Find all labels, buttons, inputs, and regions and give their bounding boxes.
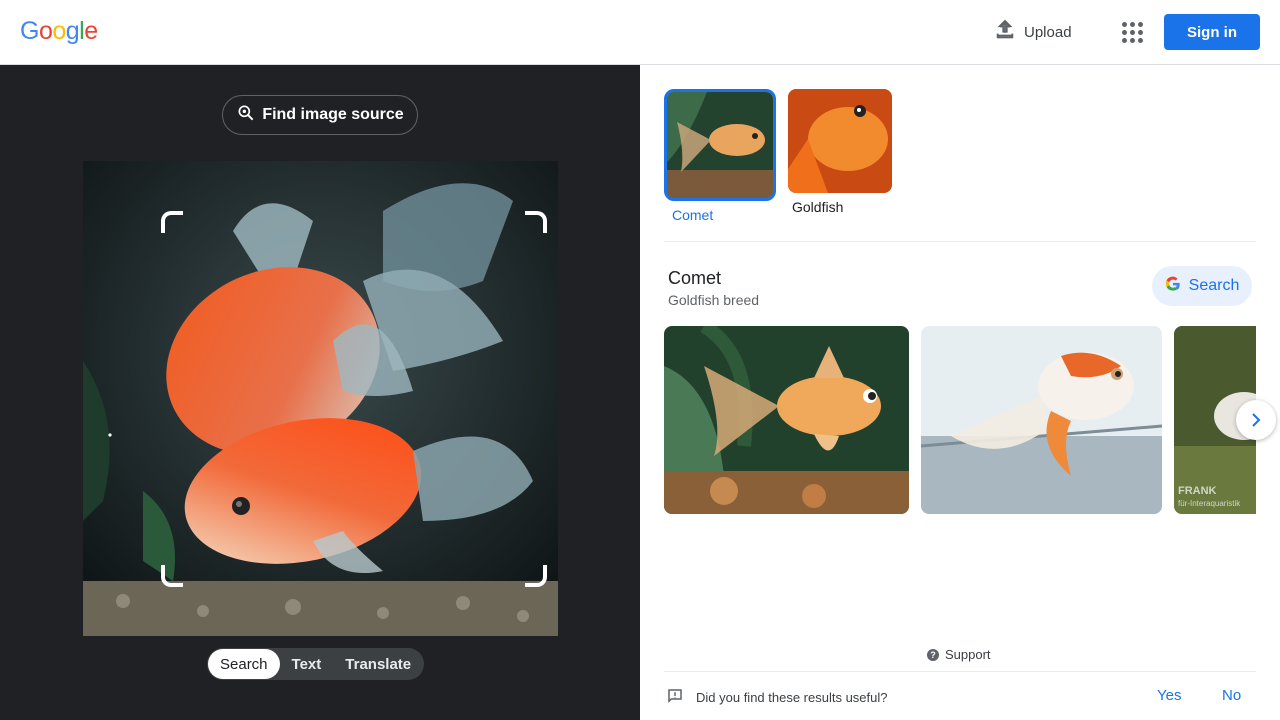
top-bar: Google Upload Sign in	[0, 0, 1280, 65]
feedback-divider	[664, 671, 1256, 672]
suggestion-goldfish[interactable]: Goldfish	[788, 89, 900, 215]
sign-in-button[interactable]: Sign in	[1164, 14, 1260, 50]
logo-letter-e: e	[84, 17, 98, 45]
feedback-icon	[666, 687, 684, 708]
feedback-yes-button[interactable]: Yes	[1157, 687, 1181, 704]
entity-search-label: Search	[1188, 277, 1240, 294]
google-g-icon	[1165, 276, 1181, 297]
google-logo[interactable]: Google	[20, 17, 98, 46]
logo-letter-g: G	[20, 17, 39, 45]
upload-label: Upload	[1024, 23, 1072, 41]
apps-grid-icon[interactable]	[1116, 16, 1148, 48]
find-image-source-button[interactable]: Find image source	[222, 95, 418, 135]
crop-handle-top-right[interactable]	[525, 211, 547, 233]
feedback-no-button[interactable]: No	[1222, 687, 1241, 704]
upload-icon	[994, 19, 1016, 45]
tab-text[interactable]: Text	[280, 649, 334, 679]
logo-letter-o2: o	[52, 17, 66, 45]
mode-tab-bar: Search Text Translate	[207, 648, 425, 680]
logo-letter-o1: o	[38, 17, 53, 45]
image-result-2[interactable]	[921, 326, 1162, 514]
support-link[interactable]: ? Support	[927, 647, 991, 662]
section-divider	[664, 241, 1256, 242]
entity-title: Comet	[668, 268, 722, 288]
query-image-pane: Find image source Search Text Translate	[0, 65, 640, 720]
watermark-subtext: für-Interaquaristik	[1178, 499, 1241, 508]
results-pane: Comet Goldfish Comet Goldfish breed Sear…	[640, 65, 1280, 720]
crop-handle-bottom-right[interactable]	[525, 565, 547, 587]
support-label: Support	[945, 647, 991, 662]
chevron-right-icon	[1249, 407, 1263, 433]
crop-selection-box[interactable]	[161, 211, 547, 587]
query-image[interactable]	[83, 161, 558, 636]
suggestion-label: Goldfish	[792, 199, 844, 215]
watermark-text: FRANK	[1178, 485, 1217, 497]
feedback-prompt: Did you find these results useful?	[666, 687, 888, 708]
crop-handle-bottom-left[interactable]	[161, 565, 183, 587]
image-results-carousel: FRANK für-Interaquaristik	[664, 326, 1256, 514]
help-icon: ?	[927, 648, 939, 661]
upload-button[interactable]: Upload	[990, 16, 1076, 48]
find-image-source-label: Find image source	[262, 106, 404, 123]
entity-search-button[interactable]: Search	[1152, 266, 1252, 306]
suggestion-comet[interactable]: Comet	[664, 89, 776, 223]
tab-translate[interactable]: Translate	[333, 649, 423, 679]
logo-letter-g2: g	[65, 17, 80, 45]
image-result-1[interactable]	[664, 326, 909, 514]
tab-search[interactable]: Search	[208, 649, 280, 679]
suggestion-label: Comet	[672, 207, 714, 223]
lens-search-icon	[236, 103, 256, 128]
suggestion-thumbnail	[664, 89, 776, 201]
carousel-next-button[interactable]	[1236, 400, 1276, 440]
suggestion-thumbnail	[788, 89, 892, 193]
entity-subtitle: Goldfish breed	[668, 292, 760, 308]
crop-handle-top-left[interactable]	[161, 211, 183, 233]
feedback-question: Did you find these results useful?	[696, 690, 888, 705]
